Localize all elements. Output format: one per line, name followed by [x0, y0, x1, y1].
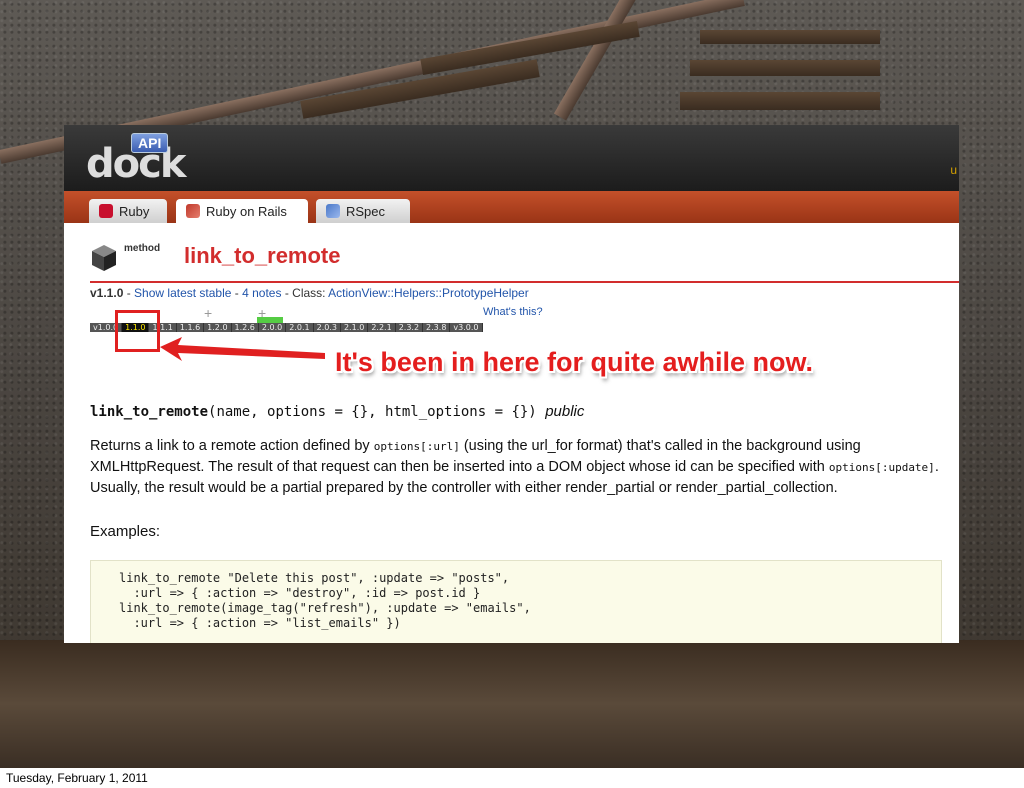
tie: [700, 30, 880, 44]
slide-footer: Tuesday, February 1, 2011: [0, 768, 1024, 788]
code-line: :url => { :action => "destroy", :id => p…: [119, 586, 481, 600]
rspec-icon: [326, 204, 340, 218]
version-chip[interactable]: 2.0.3: [313, 323, 341, 332]
tab-strip: Ruby Ruby on Rails RSpec: [64, 191, 959, 223]
method-kind-label: method: [124, 243, 161, 254]
highlight-box: [115, 310, 160, 352]
top-bar: dock API u: [64, 125, 959, 191]
tab-label: RSpec: [346, 203, 386, 219]
signature-name: link_to_remote: [90, 404, 209, 420]
footer-date: Tuesday, February 1, 2011: [6, 771, 148, 785]
tab-ruby[interactable]: Ruby: [89, 199, 167, 223]
version-chip[interactable]: 2.0.0: [258, 323, 287, 332]
signature-args: (name, options = {}, html_options = {}): [208, 404, 537, 420]
description-text: Returns a link to a remote action define…: [90, 438, 370, 454]
class-label: Class:: [292, 286, 326, 300]
class-link[interactable]: ActionView::Helpers::PrototypeHelper: [328, 286, 529, 300]
code-block: link_to_remote "Delete this post", :upda…: [91, 561, 941, 631]
description-code: options[:url]: [373, 440, 460, 453]
rails-icon: [186, 204, 200, 218]
version-chip[interactable]: 1.2.0: [204, 323, 232, 332]
rail-base: [0, 640, 1024, 768]
description-code: options[:update]: [828, 461, 935, 474]
tab-label: Ruby on Rails: [206, 203, 287, 219]
tie: [680, 92, 880, 110]
version-chip[interactable]: 2.3.8: [423, 323, 451, 332]
tab-rspec[interactable]: RSpec: [316, 199, 410, 223]
apidock-screenshot: dock API u Ruby Ruby on Rails RSpec meth…: [64, 125, 959, 643]
tab-label: Ruby: [119, 203, 150, 219]
method-cube-icon: [92, 245, 116, 271]
signature-visibility: public: [545, 403, 585, 420]
show-latest-link[interactable]: Show latest stable: [134, 286, 231, 300]
version-line: v1.1.0 - Show latest stable - 4 notes - …: [90, 286, 529, 300]
version-chip[interactable]: 2.1.0: [340, 323, 369, 332]
version-chip[interactable]: v3.0.0: [450, 323, 483, 332]
version-chip[interactable]: 2.0.1: [286, 323, 314, 332]
method-signature: link_to_remote(name, options = {}, html_…: [90, 403, 584, 420]
tab-ruby-on-rails[interactable]: Ruby on Rails: [176, 199, 308, 223]
tie: [690, 60, 880, 76]
top-right-text: u: [950, 163, 957, 177]
title-divider: [90, 281, 959, 283]
method-page: method link_to_remote v1.1.0 - Show late…: [64, 223, 959, 643]
method-description: Returns a link to a remote action define…: [90, 436, 950, 498]
logo-api-badge: API: [131, 133, 169, 153]
method-title: link_to_remote: [184, 243, 341, 268]
code-line: link_to_remote(image_tag("refresh"), :up…: [119, 601, 531, 615]
annotation-callout: It's been in here for quite awhile now.: [335, 347, 813, 377]
arrow-annotation: [160, 337, 325, 361]
apidock-logo[interactable]: dock API: [86, 131, 186, 187]
whats-this-link[interactable]: What's this?: [483, 306, 543, 318]
version-chip[interactable]: 1.1.6: [176, 323, 205, 332]
notes-link[interactable]: 4 notes: [242, 286, 281, 300]
code-example: link_to_remote "Delete this post", :upda…: [90, 560, 942, 643]
code-line: link_to_remote "Delete this post", :upda…: [119, 571, 510, 585]
version-label: v1.1.0: [90, 286, 124, 300]
version-plus-marker: +: [204, 305, 213, 321]
examples-heading: Examples:: [90, 523, 161, 540]
version-chip[interactable]: 2.2.1: [368, 323, 396, 332]
code-line: :url => { :action => "list_emails" }): [119, 616, 401, 630]
version-chip[interactable]: 1.2.6: [231, 323, 259, 332]
version-chip[interactable]: 2.3.2: [395, 323, 424, 332]
ruby-icon: [99, 204, 113, 218]
